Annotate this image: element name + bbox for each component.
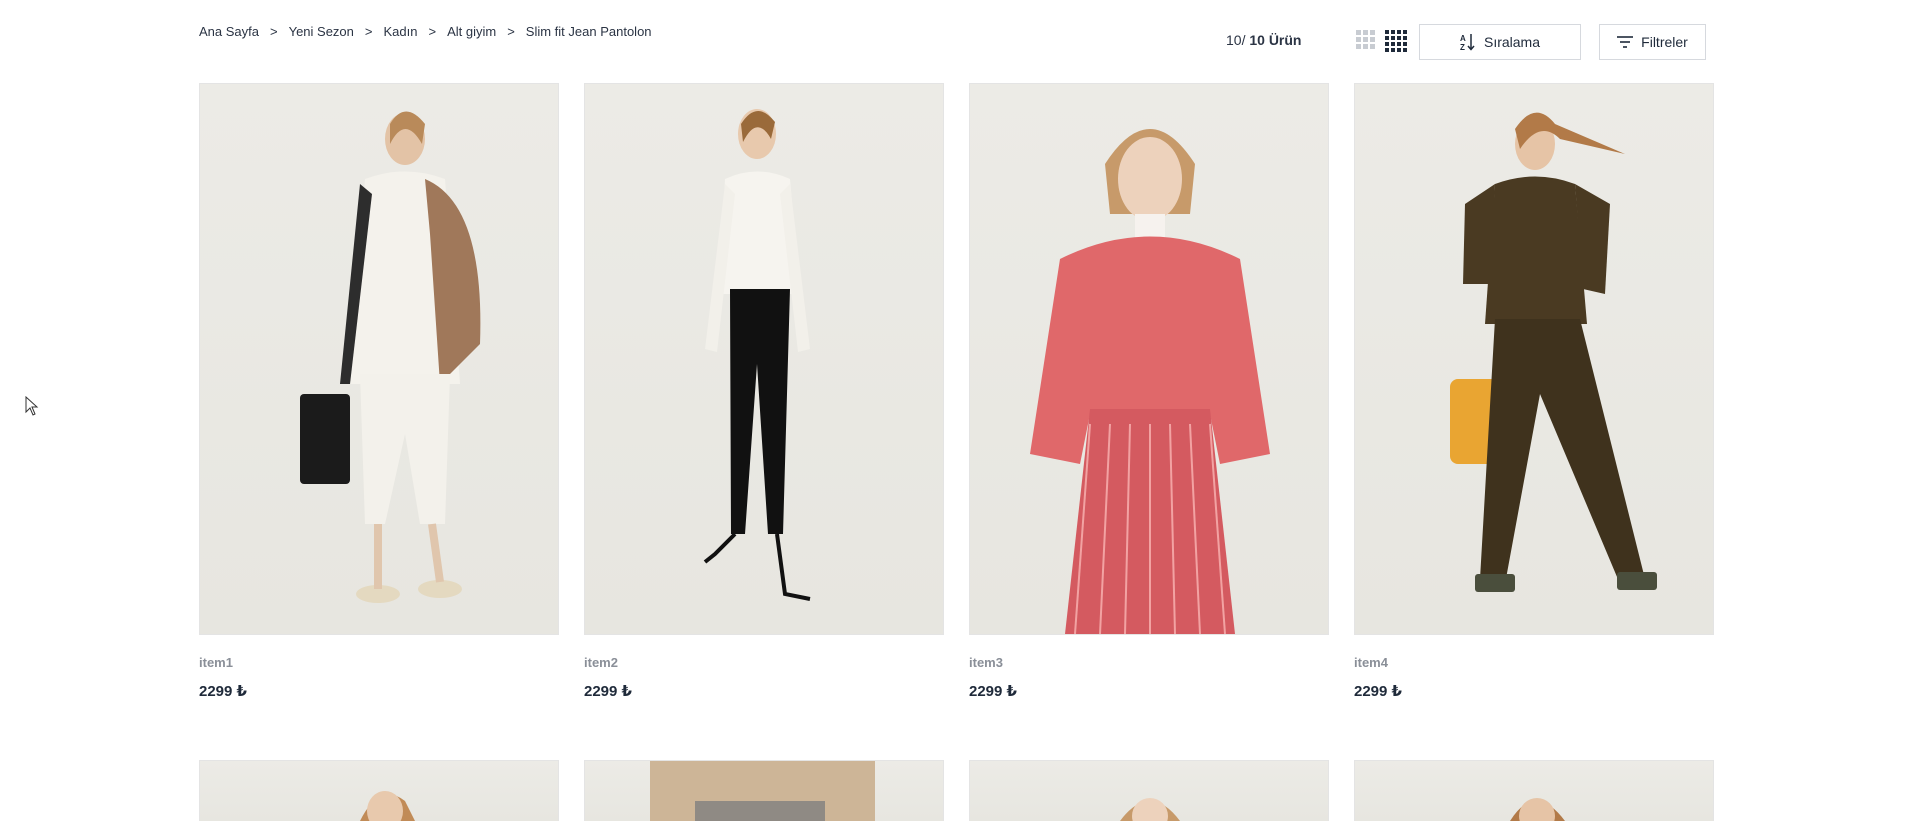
product-name[interactable]: item3 (969, 655, 1329, 670)
product-price: 2299 ₺ (584, 683, 632, 700)
product-card[interactable] (584, 760, 944, 821)
model-silhouette-3 (1030, 129, 1270, 634)
product-count: 10/ 10 Ürün (1226, 32, 1301, 48)
product-image[interactable] (969, 83, 1329, 635)
breadcrumb-current[interactable]: Slim fit Jean Pantolon (526, 24, 652, 39)
product-card[interactable] (1354, 760, 1714, 821)
model-silhouette-4 (1450, 112, 1657, 592)
product-card[interactable]: item3 2299 ₺ (969, 83, 1329, 700)
product-card[interactable]: item4 2299 ₺ (1354, 83, 1714, 700)
sort-label: Sıralama (1483, 34, 1541, 50)
product-image[interactable] (584, 760, 944, 821)
breadcrumb-separator: > (507, 24, 515, 39)
product-image[interactable] (199, 760, 559, 821)
sort-button[interactable]: A Z Sıralama (1419, 24, 1581, 60)
product-price: 2299 ₺ (199, 683, 247, 700)
breadcrumb-new-season[interactable]: Yeni Sezon (289, 24, 354, 39)
product-name[interactable]: item4 (1354, 655, 1714, 670)
product-count-total: 10 Ürün (1249, 32, 1302, 48)
breadcrumb: Ana Sayfa > Yeni Sezon > Kadın > Alt giy… (199, 24, 652, 39)
product-count-shown: 10/ (1226, 32, 1246, 48)
svg-text:Z: Z (1460, 43, 1465, 51)
model-silhouette-2 (703, 109, 811, 601)
product-image[interactable] (584, 83, 944, 635)
product-price: 2299 ₺ (969, 683, 1017, 700)
breadcrumb-home[interactable]: Ana Sayfa (199, 24, 259, 39)
breadcrumb-bottoms[interactable]: Alt giyim (447, 24, 496, 39)
sort-az-icon: A Z (1460, 33, 1476, 51)
breadcrumb-separator: > (428, 24, 437, 39)
product-name[interactable]: item2 (584, 655, 944, 670)
filter-label: Filtreler (1641, 34, 1688, 50)
filter-icon (1617, 36, 1634, 48)
listing-toolbar: Ana Sayfa > Yeni Sezon > Kadın > Alt giy… (199, 0, 1713, 80)
product-image[interactable] (1354, 760, 1714, 821)
product-image[interactable] (1354, 83, 1714, 635)
svg-text:A: A (1460, 34, 1466, 43)
grid-view-dense-icon[interactable] (1385, 30, 1407, 52)
product-card[interactable]: item2 2299 ₺ (584, 83, 944, 700)
product-card[interactable] (199, 760, 559, 821)
product-card[interactable] (969, 760, 1329, 821)
breadcrumb-separator: > (364, 24, 373, 39)
filter-button[interactable]: Filtreler (1599, 24, 1706, 60)
product-image[interactable] (969, 760, 1329, 821)
model-silhouette-1 (300, 111, 481, 603)
breadcrumb-women[interactable]: Kadın (384, 24, 418, 39)
product-name[interactable]: item1 (199, 655, 559, 670)
grid-view-small-icon[interactable] (1356, 30, 1375, 49)
mouse-cursor-icon (25, 395, 39, 421)
product-card[interactable]: item1 2299 ₺ (199, 83, 559, 700)
breadcrumb-separator: > (270, 24, 278, 39)
product-price: 2299 ₺ (1354, 683, 1402, 700)
product-image[interactable] (199, 83, 559, 635)
